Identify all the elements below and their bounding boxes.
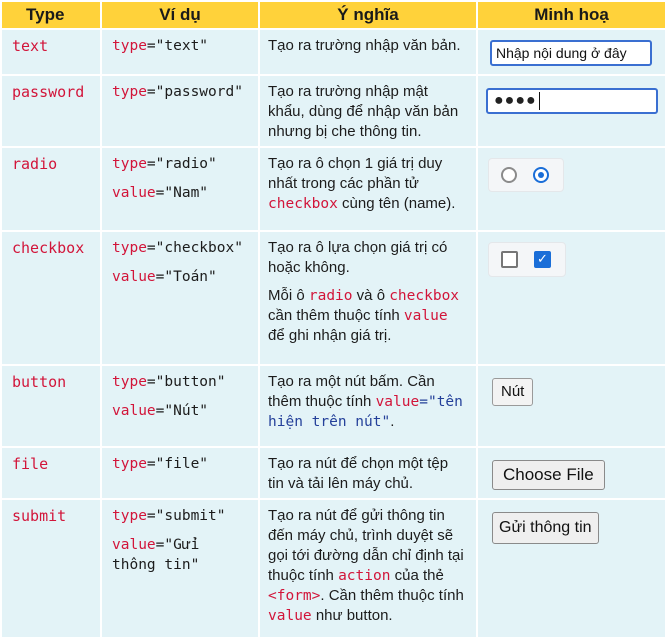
row-file: file type="file" Tạo ra nút để chọn một … xyxy=(0,446,665,500)
type-radio: radio xyxy=(0,146,102,232)
code-form-tag: <form> xyxy=(268,588,321,604)
example-value: "file" xyxy=(155,456,209,472)
row-text: text type="text" Tạo ra trường nhập văn … xyxy=(0,28,665,76)
example-value-2: "Nút" xyxy=(164,403,209,419)
row-submit: submit type="submit" value="Gửi thông ti… xyxy=(0,498,665,639)
example-attr-2: value xyxy=(112,403,156,419)
type-button: button xyxy=(0,364,102,448)
demo-button-cell: Nút xyxy=(476,364,665,448)
code-radio: radio xyxy=(308,288,353,304)
example-attr-2: value xyxy=(112,185,156,201)
meaning-text: Tạo ra trường nhập văn bản. xyxy=(258,28,478,76)
demo-submit-cell: Gửi thông tin xyxy=(476,498,665,639)
header-type: Type xyxy=(0,0,102,30)
demo-password-cell: ●●●● xyxy=(476,74,665,148)
demo-checkbox-cell: ✓ xyxy=(476,230,665,366)
demo-radio-cell xyxy=(476,146,665,232)
row-password: password type="password" Tạo ra trường n… xyxy=(0,74,665,148)
example-attr: type xyxy=(112,456,147,472)
header-row: Type Ví dụ Ý nghĩa Minh hoạ xyxy=(0,0,665,30)
demo-radio-group xyxy=(488,158,564,192)
type-password: password xyxy=(0,74,102,148)
demo-password-input[interactable]: ●●●● xyxy=(486,88,658,114)
meaning-checkbox-2: Mỗi ô radio và ô checkbox cần thêm thuộc… xyxy=(268,287,460,344)
meaning-file: Tạo ra nút để chọn một tệp tin và tải lê… xyxy=(258,446,478,500)
meaning-button: Tạo ra một nút bấm. Cần thêm thuộc tính … xyxy=(258,364,478,448)
meaning-checkbox-1: Tạo ra ô lựa chọn giá trị có hoặc không. xyxy=(268,239,448,276)
demo-text-cell: Nhập nội dung ở đây xyxy=(476,28,665,76)
example-value-2: "Toán" xyxy=(164,269,217,285)
example-value: "radio" xyxy=(155,156,217,172)
demo-button[interactable]: Nút xyxy=(492,378,534,406)
code-value: value xyxy=(375,394,420,410)
header-illustration: Minh hoạ xyxy=(476,0,665,30)
example-value-2: "Nam" xyxy=(164,185,209,201)
example-text: type="text" xyxy=(100,28,260,76)
example-attr: type xyxy=(112,84,147,100)
header-meaning: Ý nghĩa xyxy=(258,0,478,30)
checkbox-unchecked[interactable] xyxy=(501,251,518,268)
example-password: type="password" xyxy=(100,74,260,148)
row-radio: radio type="radio" value="Nam" Tạo ra ô … xyxy=(0,146,665,232)
meaning-radio: Tạo ra ô chọn 1 giá trị duy nhất trong c… xyxy=(258,146,478,232)
example-attr-2: value xyxy=(112,537,156,553)
meaning-submit: Tạo ra nút để gửi thông tin đến máy chủ,… xyxy=(258,498,478,639)
row-checkbox: checkbox type="checkbox" value="Toán" Tạ… xyxy=(0,230,665,366)
example-attr: type xyxy=(112,240,147,256)
example-radio: type="radio" value="Nam" xyxy=(100,146,260,232)
example-checkbox: type="checkbox" value="Toán" xyxy=(100,230,260,366)
demo-file-cell: Choose File xyxy=(476,446,665,500)
type-checkbox: checkbox xyxy=(0,230,102,366)
example-file: type="file" xyxy=(100,446,260,500)
example-value: "checkbox" xyxy=(155,240,243,256)
submit-button[interactable]: Gửi thông tin xyxy=(492,512,599,544)
checkbox-checked[interactable]: ✓ xyxy=(534,251,551,268)
radio-selected[interactable] xyxy=(533,167,549,183)
type-file: file xyxy=(0,446,102,500)
choose-file-button[interactable]: Choose File xyxy=(492,460,605,490)
radio-unselected[interactable] xyxy=(501,167,517,183)
example-button: type="button" value="Nút" xyxy=(100,364,260,448)
demo-text-input[interactable]: Nhập nội dung ở đây xyxy=(490,40,652,66)
example-value: "button" xyxy=(155,374,226,390)
type-text: text xyxy=(0,28,102,76)
example-submit: type="submit" value="Gửi thông tin" xyxy=(100,498,260,639)
example-attr: type xyxy=(112,38,147,54)
header-example: Ví dụ xyxy=(100,0,260,30)
password-mask: ●●●● xyxy=(494,92,537,109)
demo-checkbox-group: ✓ xyxy=(488,242,566,277)
code-value: value xyxy=(403,308,448,324)
text-caret xyxy=(538,91,540,110)
example-attr: type xyxy=(112,156,147,172)
example-value: "text" xyxy=(155,38,209,54)
example-value: "submit" xyxy=(155,508,226,524)
type-submit: submit xyxy=(0,498,102,639)
code-value: value xyxy=(268,608,312,624)
example-attr-2: value xyxy=(112,269,156,285)
code-action: action xyxy=(338,568,391,584)
code-checkbox: checkbox xyxy=(268,196,338,212)
example-value: "password" xyxy=(155,84,243,100)
meaning-password: Tạo ra trường nhập mật khẩu, dùng để nhậ… xyxy=(258,74,478,148)
input-types-table: Type Ví dụ Ý nghĩa Minh hoạ text type="t… xyxy=(0,0,665,639)
meaning-checkbox: Tạo ra ô lựa chọn giá trị có hoặc không.… xyxy=(258,230,478,366)
example-attr: type xyxy=(112,508,147,524)
example-attr: type xyxy=(112,374,147,390)
code-checkbox: checkbox xyxy=(389,288,460,304)
row-button: button type="button" value="Nút" Tạo ra … xyxy=(0,364,665,448)
